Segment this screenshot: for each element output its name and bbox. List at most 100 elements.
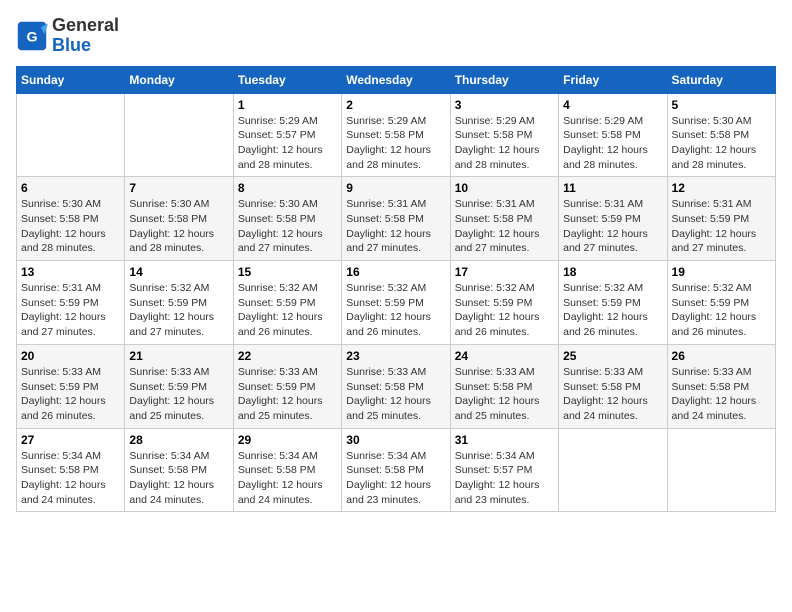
day-info: Sunrise: 5:31 AM Sunset: 5:59 PM Dayligh…	[672, 197, 771, 256]
day-number: 22	[238, 349, 337, 363]
day-info: Sunrise: 5:30 AM Sunset: 5:58 PM Dayligh…	[21, 197, 120, 256]
page-header: G General Blue	[16, 16, 776, 56]
calendar-cell: 11 Sunrise: 5:31 AM Sunset: 5:59 PM Dayli…	[559, 177, 667, 261]
day-info: Sunrise: 5:29 AM Sunset: 5:58 PM Dayligh…	[563, 114, 662, 173]
day-info: Sunrise: 5:34 AM Sunset: 5:57 PM Dayligh…	[455, 449, 554, 508]
logo: G General Blue	[16, 16, 119, 56]
calendar-cell: 16 Sunrise: 5:32 AM Sunset: 5:59 PM Dayli…	[342, 261, 450, 345]
day-info: Sunrise: 5:32 AM Sunset: 5:59 PM Dayligh…	[563, 281, 662, 340]
calendar-cell: 12 Sunrise: 5:31 AM Sunset: 5:59 PM Dayli…	[667, 177, 775, 261]
day-number: 20	[21, 349, 120, 363]
day-number: 17	[455, 265, 554, 279]
day-number: 1	[238, 98, 337, 112]
day-number: 8	[238, 181, 337, 195]
day-info: Sunrise: 5:32 AM Sunset: 5:59 PM Dayligh…	[672, 281, 771, 340]
day-info: Sunrise: 5:33 AM Sunset: 5:59 PM Dayligh…	[21, 365, 120, 424]
day-info: Sunrise: 5:31 AM Sunset: 5:59 PM Dayligh…	[21, 281, 120, 340]
calendar-cell: 14Sunrise: 5:32 AM Sunset: 5:59 PM Dayli…	[125, 261, 233, 345]
day-info: Sunrise: 5:30 AM Sunset: 5:58 PM Dayligh…	[129, 197, 228, 256]
day-number: 16	[346, 265, 445, 279]
day-number: 26	[672, 349, 771, 363]
calendar-cell: 9 Sunrise: 5:31 AM Sunset: 5:58 PM Daylig…	[342, 177, 450, 261]
calendar-cell: 4 Sunrise: 5:29 AM Sunset: 5:58 PM Daylig…	[559, 93, 667, 177]
day-number: 27	[21, 433, 120, 447]
day-number: 28	[129, 433, 228, 447]
day-info: Sunrise: 5:32 AM Sunset: 5:59 PM Dayligh…	[455, 281, 554, 340]
calendar-cell: 1 Sunrise: 5:29 AM Sunset: 5:57 PM Daylig…	[233, 93, 341, 177]
day-number: 13	[21, 265, 120, 279]
day-info: Sunrise: 5:33 AM Sunset: 5:58 PM Dayligh…	[455, 365, 554, 424]
calendar-week-row: 20 Sunrise: 5:33 AM Sunset: 5:59 PM Dayli…	[17, 344, 776, 428]
day-info: Sunrise: 5:32 AM Sunset: 5:59 PM Dayligh…	[238, 281, 337, 340]
calendar-cell: 27 Sunrise: 5:34 AM Sunset: 5:58 PM Dayli…	[17, 428, 125, 512]
weekday-header: Monday	[125, 66, 233, 93]
calendar-cell: 8 Sunrise: 5:30 AM Sunset: 5:58 PM Daylig…	[233, 177, 341, 261]
calendar-cell	[559, 428, 667, 512]
calendar-week-row: 1 Sunrise: 5:29 AM Sunset: 5:57 PM Daylig…	[17, 93, 776, 177]
day-number: 12	[672, 181, 771, 195]
day-info: Sunrise: 5:31 AM Sunset: 5:58 PM Dayligh…	[455, 197, 554, 256]
day-info: Sunrise: 5:33 AM Sunset: 5:59 PM Dayligh…	[238, 365, 337, 424]
calendar-cell: 31 Sunrise: 5:34 AM Sunset: 5:57 PM Dayli…	[450, 428, 558, 512]
calendar-cell: 17 Sunrise: 5:32 AM Sunset: 5:59 PM Dayli…	[450, 261, 558, 345]
weekday-header: Saturday	[667, 66, 775, 93]
calendar-cell: 23 Sunrise: 5:33 AM Sunset: 5:58 PM Dayli…	[342, 344, 450, 428]
day-info: Sunrise: 5:31 AM Sunset: 5:58 PM Dayligh…	[346, 197, 445, 256]
calendar-cell: 26 Sunrise: 5:33 AM Sunset: 5:58 PM Dayli…	[667, 344, 775, 428]
calendar-cell	[667, 428, 775, 512]
day-info: Sunrise: 5:32 AM Sunset: 5:59 PM Dayligh…	[129, 281, 228, 340]
day-number: 21	[129, 349, 228, 363]
day-number: 23	[346, 349, 445, 363]
day-info: Sunrise: 5:34 AM Sunset: 5:58 PM Dayligh…	[21, 449, 120, 508]
calendar-cell: 20 Sunrise: 5:33 AM Sunset: 5:59 PM Dayli…	[17, 344, 125, 428]
day-number: 7	[129, 181, 228, 195]
day-number: 15	[238, 265, 337, 279]
calendar-cell: 5 Sunrise: 5:30 AM Sunset: 5:58 PM Daylig…	[667, 93, 775, 177]
day-number: 30	[346, 433, 445, 447]
calendar-cell: 3 Sunrise: 5:29 AM Sunset: 5:58 PM Daylig…	[450, 93, 558, 177]
day-info: Sunrise: 5:34 AM Sunset: 5:58 PM Dayligh…	[129, 449, 228, 508]
calendar-cell: 18Sunrise: 5:32 AM Sunset: 5:59 PM Dayli…	[559, 261, 667, 345]
calendar-week-row: 13 Sunrise: 5:31 AM Sunset: 5:59 PM Dayli…	[17, 261, 776, 345]
calendar-cell: 29Sunrise: 5:34 AM Sunset: 5:58 PM Dayli…	[233, 428, 341, 512]
day-info: Sunrise: 5:33 AM Sunset: 5:58 PM Dayligh…	[346, 365, 445, 424]
day-number: 5	[672, 98, 771, 112]
weekday-header: Wednesday	[342, 66, 450, 93]
calendar-cell: 21 Sunrise: 5:33 AM Sunset: 5:59 PM Dayli…	[125, 344, 233, 428]
logo-text: General Blue	[52, 16, 119, 56]
day-info: Sunrise: 5:33 AM Sunset: 5:58 PM Dayligh…	[563, 365, 662, 424]
calendar-header-row: SundayMondayTuesdayWednesdayThursdayFrid…	[17, 66, 776, 93]
day-info: Sunrise: 5:29 AM Sunset: 5:58 PM Dayligh…	[455, 114, 554, 173]
day-number: 24	[455, 349, 554, 363]
day-number: 3	[455, 98, 554, 112]
day-number: 31	[455, 433, 554, 447]
day-number: 6	[21, 181, 120, 195]
day-info: Sunrise: 5:34 AM Sunset: 5:58 PM Dayligh…	[346, 449, 445, 508]
day-info: Sunrise: 5:30 AM Sunset: 5:58 PM Dayligh…	[672, 114, 771, 173]
day-info: Sunrise: 5:33 AM Sunset: 5:59 PM Dayligh…	[129, 365, 228, 424]
calendar-week-row: 6 Sunrise: 5:30 AM Sunset: 5:58 PM Daylig…	[17, 177, 776, 261]
day-info: Sunrise: 5:33 AM Sunset: 5:58 PM Dayligh…	[672, 365, 771, 424]
day-number: 11	[563, 181, 662, 195]
calendar-cell: 2Sunrise: 5:29 AM Sunset: 5:58 PM Daylig…	[342, 93, 450, 177]
svg-text:G: G	[26, 29, 37, 45]
day-info: Sunrise: 5:32 AM Sunset: 5:59 PM Dayligh…	[346, 281, 445, 340]
day-info: Sunrise: 5:29 AM Sunset: 5:58 PM Dayligh…	[346, 114, 445, 173]
calendar-cell: 15 Sunrise: 5:32 AM Sunset: 5:59 PM Dayli…	[233, 261, 341, 345]
calendar-week-row: 27 Sunrise: 5:34 AM Sunset: 5:58 PM Dayli…	[17, 428, 776, 512]
day-info: Sunrise: 5:30 AM Sunset: 5:58 PM Dayligh…	[238, 197, 337, 256]
calendar-cell: 22 Sunrise: 5:33 AM Sunset: 5:59 PM Dayli…	[233, 344, 341, 428]
weekday-header: Tuesday	[233, 66, 341, 93]
calendar: SundayMondayTuesdayWednesdayThursdayFrid…	[16, 66, 776, 513]
day-number: 9	[346, 181, 445, 195]
calendar-cell	[17, 93, 125, 177]
weekday-header: Thursday	[450, 66, 558, 93]
calendar-cell: 24 Sunrise: 5:33 AM Sunset: 5:58 PM Dayli…	[450, 344, 558, 428]
calendar-cell: 25Sunrise: 5:33 AM Sunset: 5:58 PM Dayli…	[559, 344, 667, 428]
day-number: 4	[563, 98, 662, 112]
day-info: Sunrise: 5:31 AM Sunset: 5:59 PM Dayligh…	[563, 197, 662, 256]
calendar-cell: 13 Sunrise: 5:31 AM Sunset: 5:59 PM Dayli…	[17, 261, 125, 345]
calendar-cell	[125, 93, 233, 177]
day-info: Sunrise: 5:29 AM Sunset: 5:57 PM Dayligh…	[238, 114, 337, 173]
day-number: 19	[672, 265, 771, 279]
